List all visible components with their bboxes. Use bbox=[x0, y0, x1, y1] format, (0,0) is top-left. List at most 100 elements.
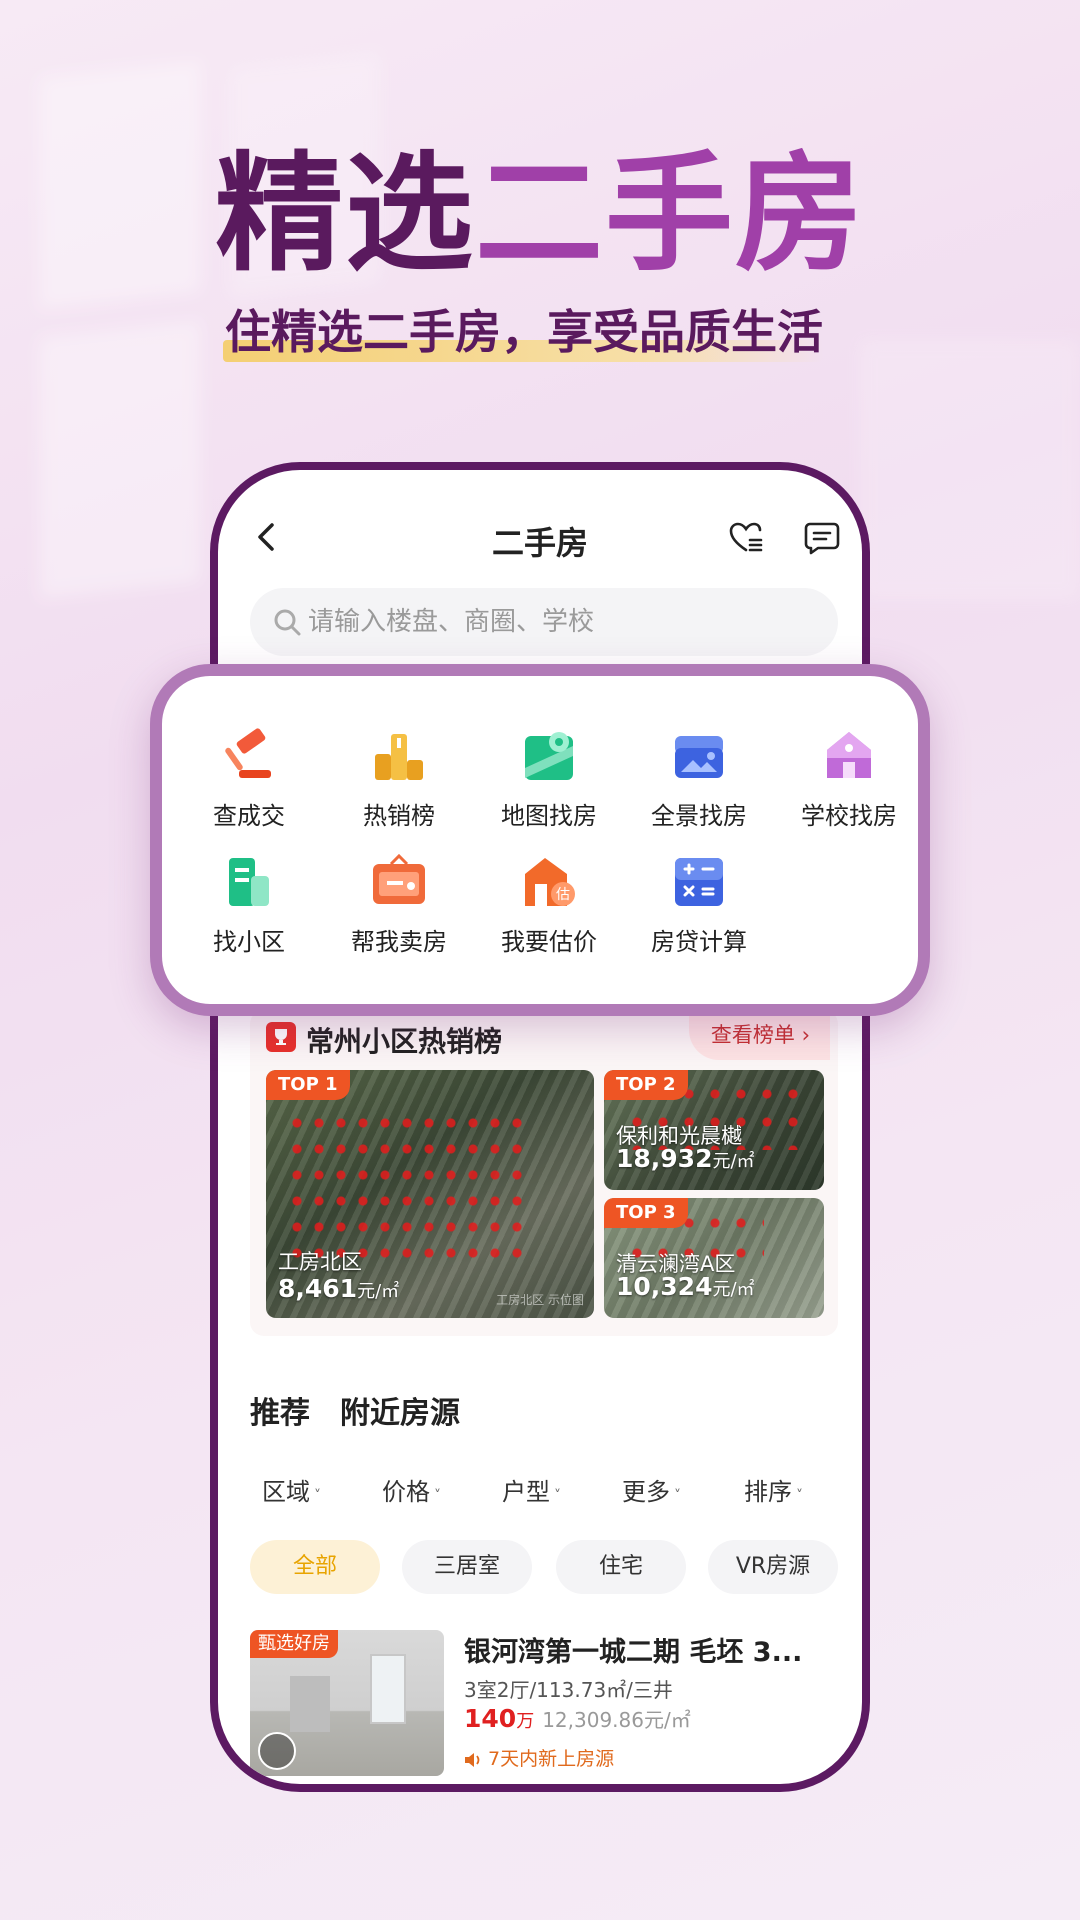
hero-subtitle: 住精选二手房，享受品质生活 bbox=[223, 300, 823, 364]
grid-item-sell-house[interactable]: 帮我卖房 bbox=[329, 853, 469, 957]
top-badge: TOP 2 bbox=[604, 1070, 688, 1100]
search-bar[interactable] bbox=[250, 588, 838, 656]
community-price: 8,461元/㎡ bbox=[278, 1274, 399, 1303]
chip-all[interactable]: 全部 bbox=[250, 1540, 380, 1594]
hero-title-part-b: 二手房 bbox=[475, 140, 866, 289]
valuation-house-icon: 估 bbox=[525, 858, 575, 906]
grid-item-valuation[interactable]: 估 我要估价 bbox=[479, 854, 619, 957]
view-ranking-link[interactable]: 查看榜单 › bbox=[688, 1010, 830, 1060]
chip-vr[interactable]: VR房源 bbox=[708, 1540, 838, 1594]
filter-sort[interactable]: 排序 ˅ bbox=[744, 1472, 803, 1507]
grid-label: 学校找房 bbox=[801, 802, 897, 830]
grid-item-map-search[interactable]: 地图找房 bbox=[479, 728, 619, 831]
top-badge: TOP 3 bbox=[604, 1198, 688, 1228]
hero-subtitle-text: 住精选二手房，享受品质生活 bbox=[225, 305, 823, 359]
grid-label: 帮我卖房 bbox=[351, 928, 447, 956]
ranking-card-top2[interactable]: TOP 2 保利和光晨樾 18,932元/㎡ bbox=[604, 1070, 824, 1190]
chevron-down-icon: ˅ bbox=[434, 1488, 441, 1504]
favorite-list-icon[interactable] bbox=[728, 520, 764, 556]
listing-spec: 3室2厅/113.73㎡/三井 bbox=[464, 1678, 673, 1702]
ranking-header: 常州小区热销榜 查看榜单 › bbox=[250, 1010, 838, 1070]
school-icon bbox=[827, 732, 871, 778]
vr-icon bbox=[258, 1732, 296, 1770]
community-price: 10,324元/㎡ bbox=[616, 1272, 755, 1301]
chip-three-bedroom[interactable]: 三居室 bbox=[402, 1540, 532, 1594]
chevron-down-icon: ˅ bbox=[314, 1488, 321, 1504]
grid-label: 查成交 bbox=[213, 802, 285, 830]
tab-nearby[interactable]: 附近房源 bbox=[340, 1388, 460, 1432]
price-unit: 元/㎡ bbox=[712, 1279, 755, 1300]
hot-sales-ranking: 常州小区热销榜 查看榜单 › TOP 1 工房北区 8,461元/㎡ 工房北区 … bbox=[250, 1010, 838, 1336]
grid-label: 房贷计算 bbox=[651, 928, 747, 956]
grid-item-mortgage-calc[interactable]: 房贷计算 bbox=[629, 854, 769, 957]
filter-layout[interactable]: 户型 ˅ bbox=[502, 1472, 561, 1507]
tab-recommend[interactable]: 推荐 bbox=[250, 1388, 310, 1432]
gavel-icon bbox=[225, 728, 271, 778]
price-unit: 元/㎡ bbox=[357, 1281, 400, 1302]
grid-item-school[interactable]: 学校找房 bbox=[779, 728, 919, 831]
new-listing-tag: 7天内新上房源 bbox=[464, 1744, 614, 1771]
unit-price: 12,309.86元/㎡ bbox=[542, 1708, 691, 1732]
map-markers bbox=[286, 1110, 534, 1258]
filter-bar: 区域 ˅ 价格 ˅ 户型 ˅ 更多 ˅ 排序 ˅ bbox=[218, 1472, 862, 1512]
community-name: 工房北区 bbox=[278, 1250, 362, 1274]
listing-item[interactable]: 甄选好房 银河湾第一城二期 毛坯 3... 3室2厅/113.73㎡/三井 14… bbox=[250, 1630, 850, 1780]
photo-doorway bbox=[290, 1676, 330, 1732]
window-light bbox=[860, 340, 1080, 600]
filter-more[interactable]: 更多 ˅ bbox=[622, 1472, 681, 1507]
panorama-icon bbox=[675, 736, 723, 778]
grid-label: 热销榜 bbox=[363, 802, 435, 830]
community-price: 18,932元/㎡ bbox=[616, 1144, 755, 1173]
phone-frame: 二手房 常州小区热销榜 查看榜单 › T bbox=[210, 462, 870, 1792]
filter-label: 排序 bbox=[744, 1478, 792, 1506]
filter-region[interactable]: 区域 ˅ bbox=[262, 1472, 321, 1507]
chip-residential[interactable]: 住宅 bbox=[556, 1540, 686, 1594]
featured-badge: 甄选好房 bbox=[250, 1630, 338, 1658]
filter-price[interactable]: 价格 ˅ bbox=[382, 1472, 441, 1507]
page-title: 二手房 bbox=[491, 524, 588, 562]
grid-item-hot-sales[interactable]: 热销榜 bbox=[329, 728, 469, 831]
filter-label: 户型 bbox=[502, 1478, 550, 1506]
hero-title: 精选二手房 bbox=[0, 140, 1080, 290]
price-unit: 元/㎡ bbox=[712, 1151, 755, 1172]
ranking-title: 常州小区热销榜 bbox=[306, 1025, 503, 1058]
speaker-icon bbox=[465, 1752, 480, 1767]
window-light bbox=[40, 321, 200, 599]
listing-price: 140万 12,309.86元/㎡ bbox=[464, 1704, 691, 1733]
listing-title: 银河湾第一城二期 毛坯 3... bbox=[464, 1637, 803, 1668]
grid-label: 我要估价 bbox=[501, 928, 597, 956]
chevron-down-icon: ˅ bbox=[554, 1488, 561, 1504]
feature-grid-card: 查成交 热销榜 地图找房 全景找房 学校找房 找小区 帮我卖房 估 我要估价 房… bbox=[150, 664, 930, 1016]
chevron-down-icon: ˅ bbox=[674, 1488, 681, 1504]
grid-item-community[interactable]: 找小区 bbox=[179, 854, 319, 957]
ranking-card-top1[interactable]: TOP 1 工房北区 8,461元/㎡ 工房北区 示位图 bbox=[266, 1070, 594, 1318]
top-badge: TOP 1 bbox=[266, 1070, 350, 1100]
calculator-icon bbox=[675, 858, 723, 906]
podium-icon bbox=[375, 734, 423, 780]
new-listing-text: 7天内新上房源 bbox=[488, 1748, 615, 1770]
svg-text:估: 估 bbox=[556, 887, 570, 903]
grid-item-panorama[interactable]: 全景找房 bbox=[629, 728, 769, 831]
map-pin-icon bbox=[525, 732, 573, 780]
price-value: 18,932 bbox=[616, 1144, 713, 1173]
grid-item-deals[interactable]: 查成交 bbox=[179, 728, 319, 831]
filter-label: 区域 bbox=[262, 1478, 310, 1506]
search-icon bbox=[274, 609, 301, 636]
ranking-card-top3[interactable]: TOP 3 清云澜湾A区 10,324元/㎡ bbox=[604, 1198, 824, 1318]
sell-sign-icon bbox=[373, 853, 425, 904]
price-value: 10,324 bbox=[616, 1272, 713, 1301]
hero-title-part-a: 精选 bbox=[214, 140, 475, 289]
price-value: 8,461 bbox=[278, 1274, 358, 1303]
photo-watermark: 工房北区 示位图 bbox=[496, 1293, 584, 1307]
total-price-unit: 万 bbox=[516, 1711, 535, 1732]
total-price: 140 bbox=[464, 1704, 517, 1733]
grid-label: 找小区 bbox=[213, 928, 285, 956]
listing-photo: 甄选好房 bbox=[250, 1630, 444, 1776]
message-icon[interactable] bbox=[804, 520, 840, 556]
trophy-icon bbox=[266, 1022, 296, 1052]
search-input[interactable] bbox=[308, 588, 808, 656]
grid-label: 全景找房 bbox=[651, 802, 747, 830]
photo-window bbox=[370, 1654, 406, 1724]
filter-label: 价格 bbox=[382, 1478, 430, 1506]
building-icon bbox=[229, 858, 269, 906]
